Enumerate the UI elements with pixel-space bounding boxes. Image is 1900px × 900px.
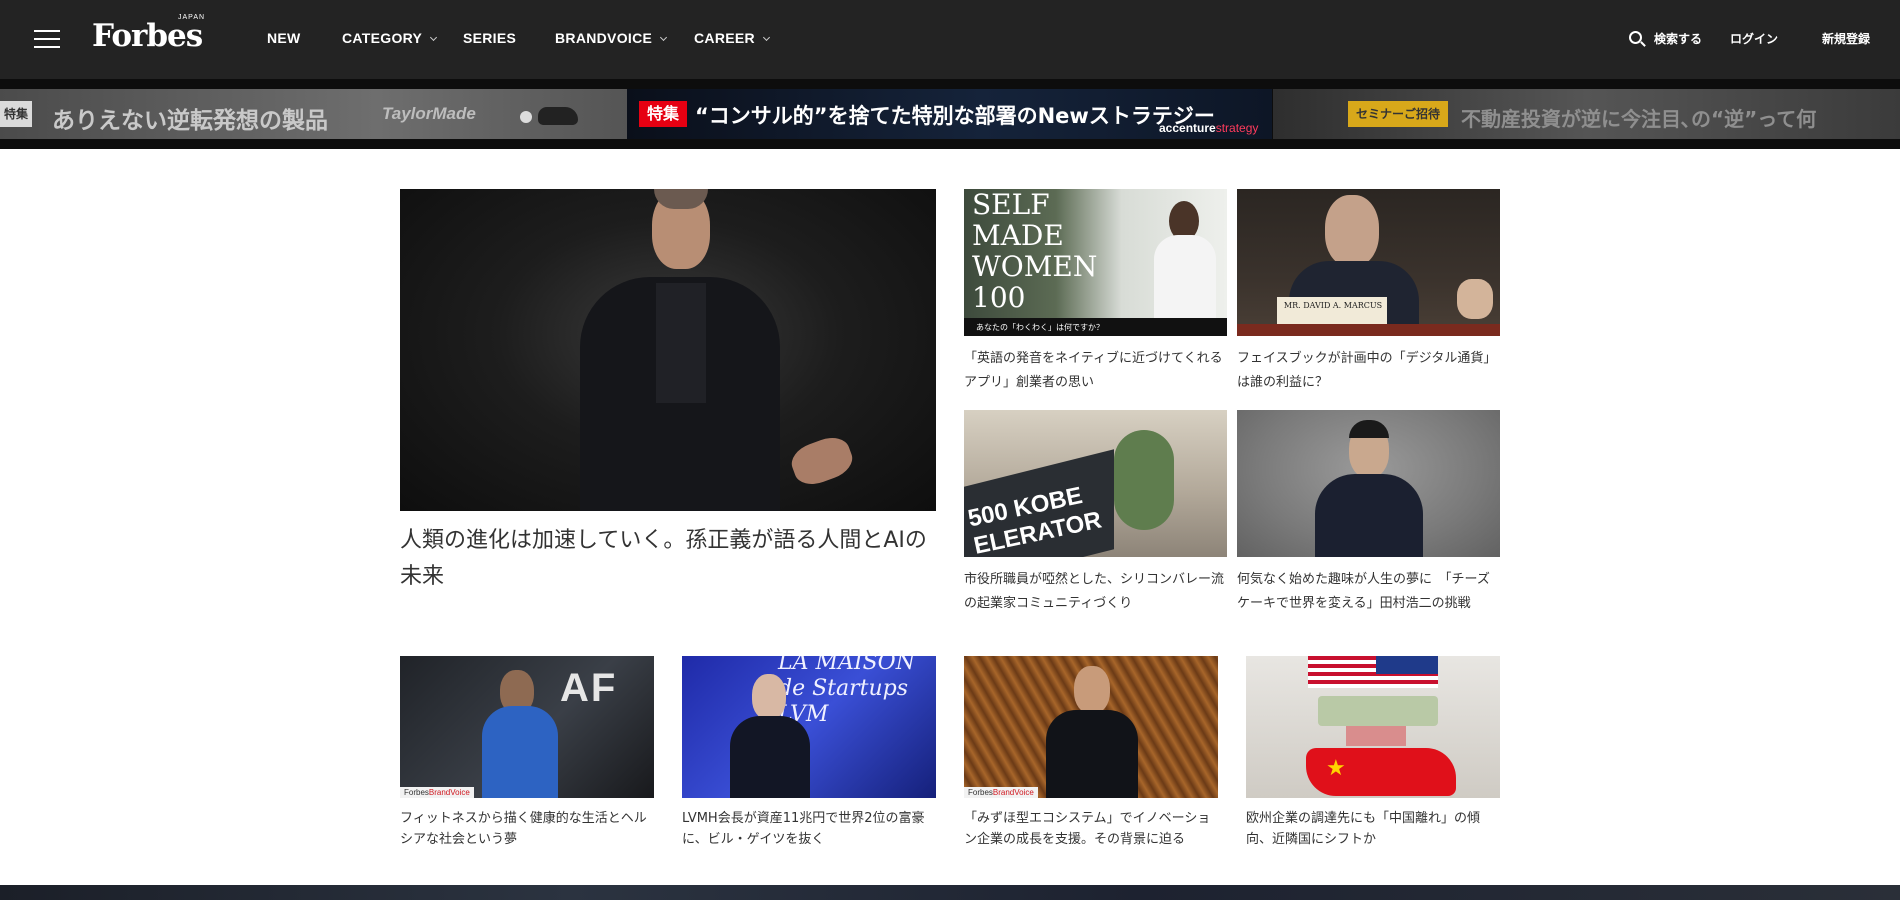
brand-sub: strategy: [1215, 121, 1259, 135]
article-image: ForbesBrandVoice: [964, 656, 1218, 798]
nav-new[interactable]: NEW: [267, 30, 301, 46]
article-title[interactable]: フィットネスから描く健康的な生活とヘルシアな社会という夢: [400, 808, 654, 850]
article-image: 500 KOBE ELERATOR: [964, 410, 1227, 557]
brandvoice-badge: ForbesBrandVoice: [400, 787, 474, 798]
nav-label: NEW: [267, 30, 301, 46]
promo-banner-accenture[interactable]: 特集 “コンサル的”を捨てた特別な部署のNewストラテジー accentures…: [627, 89, 1272, 139]
article-card[interactable]: 何気なく始めた趣味が人生の夢に 「チーズケーキで世界を変える」田村浩二の挑戦: [1237, 410, 1500, 616]
hero-image: [400, 189, 936, 511]
chevron-down-icon: [762, 33, 770, 42]
nav-label: BRANDVOICE: [555, 30, 653, 46]
image-overlay-text: SELF MADE WOMEN 100: [972, 189, 1098, 314]
taylormade-logo: TaylorMade: [382, 104, 476, 123]
brand-name: accenture: [1159, 121, 1216, 135]
name-plate: MR. DAVID A. MARCUS: [1283, 301, 1383, 310]
next-section-preview: [0, 885, 1900, 900]
article-card[interactable]: LA MAISON de Startups LVM LVMH会長が資産11兆円で…: [682, 656, 936, 850]
top-header: Forbes JAPAN NEW CATEGORY SERIES BRANDVO…: [0, 0, 1900, 79]
signup-link[interactable]: 新規登録: [1822, 30, 1870, 50]
accenture-logo: accenturestrategy: [1159, 121, 1258, 135]
nav-label: CATEGORY: [342, 30, 423, 46]
article-image: [1237, 410, 1500, 557]
seminar-tag: セミナーご招待: [1348, 101, 1449, 127]
hero-article[interactable]: 人類の進化は加速していく。孫正義が語る人間とAIの未来: [400, 189, 936, 595]
nav-label: SERIES: [463, 30, 517, 46]
search-link[interactable]: 検索する: [1654, 30, 1702, 50]
article-image: SELF MADE WOMEN 100 あなたの「わくわく」は何ですか？: [964, 189, 1227, 336]
nav-category[interactable]: CATEGORY: [342, 30, 438, 46]
promo-banner-taylormade[interactable]: 特集 ありえない逆転発想の製品 TaylorMade: [0, 89, 627, 139]
banner-text: ありえない逆転発想の製品: [52, 108, 328, 134]
brandvoice-pre: Forbes: [968, 788, 993, 797]
article-title[interactable]: 「みずほ型エコシステム」でイノベーション企業の成長を支援。その背景に迫る: [964, 808, 1218, 850]
feature-tag: 特集: [0, 101, 33, 127]
article-image: LA MAISON de Startups LVM: [682, 656, 936, 798]
brandvoice-pre: Forbes: [404, 788, 429, 797]
nav-series[interactable]: SERIES: [463, 30, 516, 46]
article-title[interactable]: 「英語の発音をネイティブに近づけてくれるアプリ」創業者の思い: [964, 347, 1227, 395]
promo-banner-seminar[interactable]: セミナーご招待 不動産投資が逆に今注目､の“逆”って何: [1273, 89, 1900, 139]
article-title[interactable]: 市役所職員が啞然とした、シリコンバレー流の起業家コミュニティづくり: [964, 568, 1227, 616]
article-card[interactable]: AF ForbesBrandVoice フィットネスから描く健康的な生活とヘルシ…: [400, 656, 654, 850]
article-image: MR. DAVID A. MARCUS: [1237, 189, 1500, 336]
image-overlay-text: LA MAISON de Startups LVM: [778, 656, 915, 727]
brandvoice-badge: ForbesBrandVoice: [964, 787, 1038, 798]
article-title[interactable]: フェイスブックが計画中の「デジタル通貨」は誰の利益に？: [1237, 347, 1500, 395]
article-card[interactable]: SELF MADE WOMEN 100 あなたの「わくわく」は何ですか？ 「英語…: [964, 189, 1227, 395]
brandvoice-post: BrandVoice: [428, 788, 470, 797]
banner-text: “コンサル的”を捨てた特別な部署のNewストラテジー: [695, 104, 1215, 128]
image-caption: あなたの「わくわく」は何ですか？: [976, 323, 1104, 332]
banner-text: 不動産投資が逆に今注目､の“逆”って何: [1461, 107, 1817, 131]
search-icon[interactable]: [1628, 30, 1646, 48]
article-image: ★: [1246, 656, 1500, 798]
chevron-down-icon: [430, 33, 438, 42]
login-link[interactable]: ログイン: [1730, 30, 1778, 50]
article-card[interactable]: 500 KOBE ELERATOR 市役所職員が啞然とした、シリコンバレー流の起…: [964, 410, 1227, 616]
article-card[interactable]: ForbesBrandVoice 「みずほ型エコシステム」でイノベーション企業の…: [964, 656, 1218, 850]
feature-tag: 特集: [639, 101, 688, 127]
article-title[interactable]: 何気なく始めた趣味が人生の夢に 「チーズケーキで世界を変える」田村浩二の挑戦: [1237, 568, 1500, 616]
logo-text: Forbes: [92, 18, 203, 54]
brandvoice-post: BrandVoice: [992, 788, 1034, 797]
nav-label: CAREER: [694, 30, 755, 46]
promo-banner-strip: 特集 ありえない逆転発想の製品 TaylorMade 特集 “コンサル的”を捨て…: [0, 79, 1900, 149]
logo-sub: JAPAN: [178, 14, 206, 21]
article-card[interactable]: ★ 欧州企業の調達先にも「中国離れ」の傾向、近隣国にシフトか: [1246, 656, 1500, 850]
article-card[interactable]: MR. DAVID A. MARCUS フェイスブックが計画中の「デジタル通貨」…: [1237, 189, 1500, 395]
chevron-down-icon: [660, 33, 668, 42]
hamburger-menu-icon[interactable]: [34, 30, 60, 50]
article-image: AF ForbesBrandVoice: [400, 656, 654, 798]
hero-headline[interactable]: 人類の進化は加速していく。孫正義が語る人間とAIの未来: [400, 523, 936, 595]
nav-career[interactable]: CAREER: [694, 30, 770, 46]
forbes-japan-logo[interactable]: Forbes JAPAN: [92, 14, 212, 60]
article-title[interactable]: LVMH会長が資産11兆円で世界2位の富豪に、ビル・ゲイツを抜く: [682, 808, 936, 850]
golf-club-icon: [520, 97, 580, 127]
article-title[interactable]: 欧州企業の調達先にも「中国離れ」の傾向、近隣国にシフトか: [1246, 808, 1500, 850]
nav-brandvoice[interactable]: BRANDVOICE: [555, 30, 668, 46]
